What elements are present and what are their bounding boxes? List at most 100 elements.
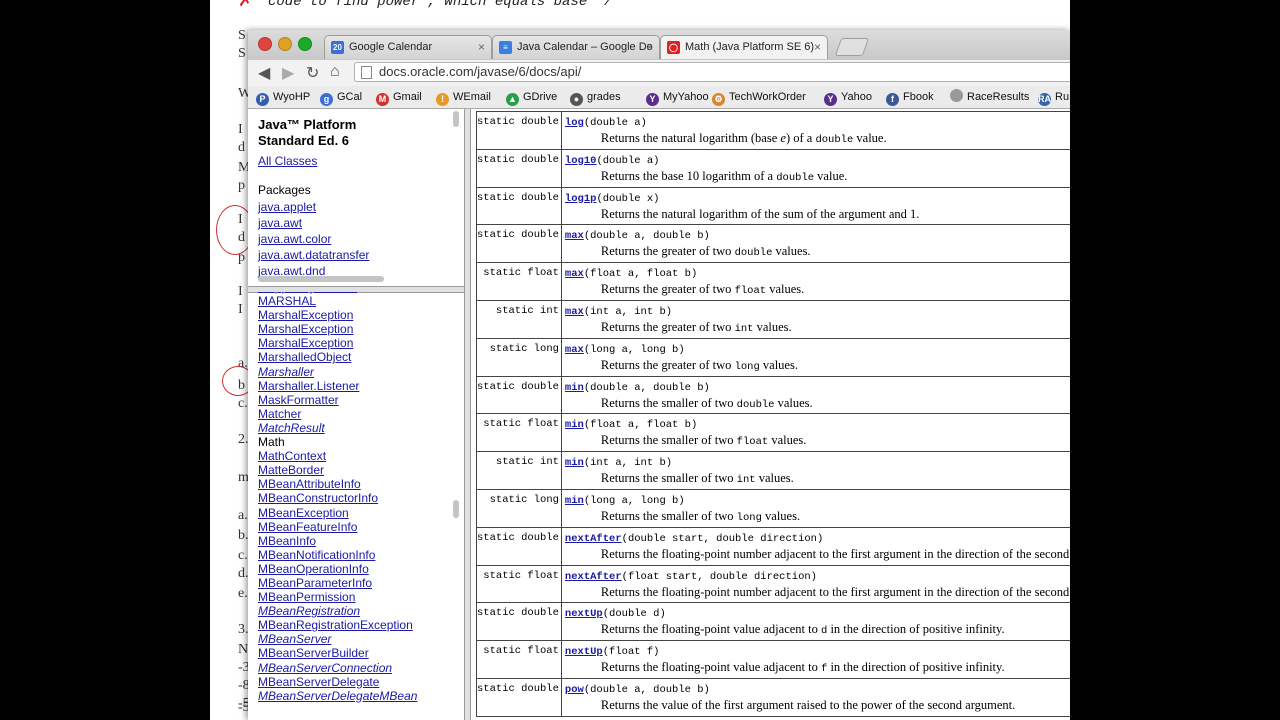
package-scrollbar[interactable] (453, 111, 459, 127)
class-link[interactable]: MatteBorder (258, 463, 417, 477)
method-name-link[interactable]: min (565, 495, 584, 507)
class-link[interactable]: Marshaller (258, 365, 417, 379)
method-signature: max(double a, double b) (565, 229, 1070, 243)
class-link[interactable]: MarshalException (258, 336, 417, 350)
browser-tab[interactable]: ◯ Math (Java Platform SE 6) × (660, 35, 828, 59)
class-link[interactable]: Matcher (258, 407, 417, 421)
package-link[interactable]: java.applet (258, 199, 369, 215)
method-signature: log1p(double x) (565, 192, 1070, 206)
method-name-link[interactable]: max (565, 268, 584, 280)
class-link[interactable]: MBeanRegistration (258, 604, 417, 618)
bookmark-item[interactable]: ▲ GDrive (506, 89, 557, 106)
method-name-link[interactable]: log1p (565, 193, 597, 205)
class-link[interactable]: MBeanConstructorInfo (258, 491, 417, 505)
method-name-link[interactable]: min (565, 457, 584, 469)
bookmark-item[interactable]: f Fbook (886, 89, 934, 106)
method-description-cell: min(double a, double b) Returns the small… (560, 375, 1070, 415)
class-link[interactable]: MBeanInfo (258, 534, 417, 548)
close-window-button[interactable] (258, 37, 272, 51)
bookmark-favicon-icon: M (376, 93, 389, 106)
bookmark-item[interactable]: ⚙ TechWorkOrder (712, 89, 806, 106)
class-link[interactable]: MBeanServerConnection (258, 661, 417, 675)
class-link[interactable]: MBeanServer (258, 632, 417, 646)
class-link[interactable]: MBeanServerBuilder (258, 646, 417, 660)
class-link[interactable]: MBeanException (258, 506, 417, 520)
class-link[interactable]: MBeanNotificationInfo (258, 548, 417, 562)
bookmark-item[interactable]: ! WEmail (436, 89, 491, 106)
back-arrow-icon[interactable]: ◀ (258, 63, 270, 83)
package-link[interactable]: java.awt (258, 215, 369, 231)
class-link[interactable]: MARSHAL (258, 294, 417, 308)
summary-text-part: Returns the smaller of two (600, 395, 737, 410)
package-h-scrollbar[interactable] (258, 276, 384, 282)
method-name-link[interactable]: max (565, 344, 584, 356)
class-link[interactable]: Marshaller.Listener (258, 379, 417, 393)
bookmark-favicon-icon: P (256, 93, 269, 106)
minimize-window-button[interactable] (278, 37, 292, 51)
summary-text-part: long (736, 511, 762, 524)
class-link[interactable]: MBeanServerDelegateMBean (258, 689, 417, 703)
class-link[interactable]: MBeanParameterInfo (258, 576, 417, 590)
method-name-link[interactable]: pow (565, 684, 584, 696)
method-name-link[interactable]: nextUp (565, 608, 603, 620)
tab-close-icon[interactable]: × (478, 36, 485, 58)
class-link[interactable]: MBeanRegistrationException (258, 618, 417, 632)
home-icon[interactable]: ⌂ (330, 63, 340, 81)
class-link[interactable]: MaskFormatter (258, 393, 417, 407)
class-scrollbar[interactable] (453, 500, 459, 518)
method-row: static float nextUp(float f) Returns the f… (476, 640, 1070, 679)
browser-tab[interactable]: ≡ Java Calendar – Google Do × (492, 35, 660, 59)
bookmark-item[interactable]: M Gmail (376, 89, 422, 106)
class-link[interactable]: MBeanAttributeInfo (258, 477, 417, 491)
method-name-link[interactable]: min (565, 382, 584, 394)
bookmark-item[interactable]: RaceResults (950, 89, 1029, 105)
package-link[interactable]: java.awt.color (258, 231, 369, 247)
class-link[interactable]: MBeanServerDelegate (258, 675, 417, 689)
method-params: (float f) (602, 646, 660, 659)
tab-close-icon[interactable]: × (814, 36, 821, 58)
zoom-window-button[interactable] (298, 37, 312, 51)
class-link[interactable]: MarshalException (258, 308, 417, 322)
frame-splitter-vertical[interactable] (464, 109, 471, 720)
bookmark-item[interactable]: g GCal (320, 89, 362, 106)
method-params: (double a, double b) (583, 230, 710, 243)
address-bar[interactable]: docs.oracle.com/javase/6/docs/api/ (354, 62, 1070, 82)
method-summary-text: Returns the base 10 logarithm of a doubl… (565, 168, 1070, 186)
summary-text-part: value. (814, 168, 848, 183)
bookmark-item[interactable]: P WyoHP (256, 89, 310, 106)
method-name-link[interactable]: log (565, 117, 584, 129)
bookmark-favicon-icon: ▲ (506, 93, 519, 106)
method-name-link[interactable]: nextUp (565, 646, 603, 658)
summary-text-part: in the direction of positive infinity. (827, 660, 1005, 675)
forward-arrow-icon[interactable]: ▶ (282, 63, 294, 83)
method-modifier: static float (476, 640, 562, 679)
method-signature: nextUp(float f) (565, 645, 1070, 659)
class-link[interactable]: MBeanOperationInfo (258, 562, 417, 576)
class-link[interactable]: MarshalledObject (258, 350, 417, 364)
method-summary-text: Returns the greater of two long values. (565, 357, 1070, 375)
tab-close-icon[interactable]: × (646, 36, 653, 58)
method-name-link[interactable]: nextAfter (565, 533, 622, 545)
bookmark-item[interactable]: ● grades (570, 89, 621, 106)
bookmark-item[interactable]: Y Yahoo (824, 89, 872, 106)
summary-text-part: Returns the value of the first argument … (600, 697, 1016, 712)
browser-tab[interactable]: 20 Google Calendar × (324, 35, 492, 59)
class-link[interactable]: MatchResult (258, 421, 417, 435)
bookmark-item[interactable]: RA Ru (1038, 89, 1069, 106)
class-link[interactable]: MathContext (258, 449, 417, 463)
summary-text-part: Returns the base 10 logarithm of a (600, 168, 777, 183)
method-name-link[interactable]: min (565, 419, 584, 431)
reload-icon[interactable]: ↻ (306, 63, 319, 83)
method-name-link[interactable]: nextAfter (565, 571, 622, 583)
class-link[interactable]: MBeanFeatureInfo (258, 520, 417, 534)
method-name-link[interactable]: max (565, 306, 584, 318)
class-link[interactable]: MBeanPermission (258, 590, 417, 604)
method-name-link[interactable]: max (565, 230, 584, 242)
bookmark-item[interactable]: Y MyYahoo (646, 89, 709, 106)
class-link[interactable]: MarshalException (258, 322, 417, 336)
package-link[interactable]: java.awt.datatransfer (258, 247, 369, 263)
all-classes-link[interactable]: All Classes (258, 154, 317, 168)
new-tab-button[interactable] (834, 38, 870, 56)
method-name-link[interactable]: log10 (565, 155, 597, 167)
method-signature: nextAfter(float start, double direction) (565, 570, 1070, 584)
